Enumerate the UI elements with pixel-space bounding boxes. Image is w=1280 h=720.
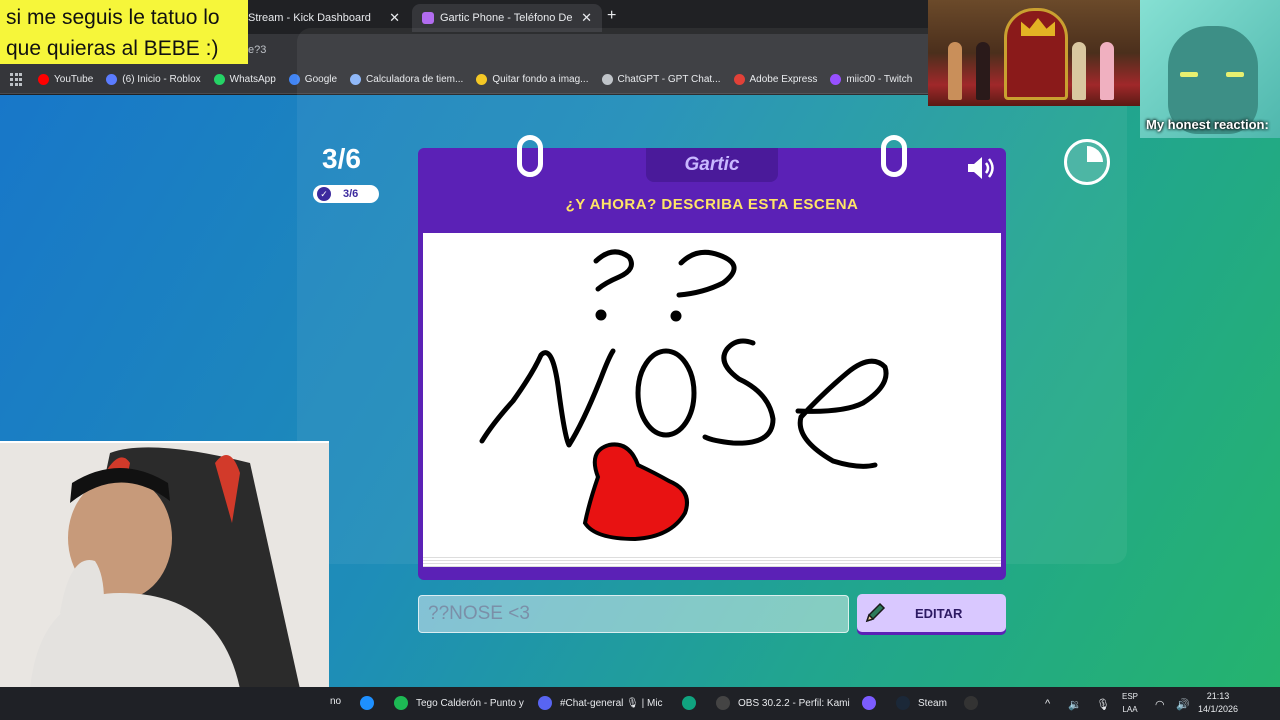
roblox-icon [106, 74, 118, 85]
discord-icon [538, 696, 552, 710]
new-tab-plus-icon[interactable]: + [607, 7, 616, 25]
bookmark-item[interactable]: (6) Inicio - Roblox [106, 74, 201, 85]
bookmark-item[interactable]: YouTube [38, 74, 93, 85]
taskbar-app[interactable]: no [330, 696, 341, 707]
youtube-icon [38, 74, 49, 85]
taskbar-app[interactable] [682, 696, 704, 710]
taskbar-app-label: #Chat-general 🎙 | Mic [560, 697, 663, 709]
close-tab-icon[interactable]: ✕ [389, 10, 400, 26]
apps-grid-icon[interactable] [10, 72, 24, 87]
gartic-logo: Gartic [646, 148, 778, 182]
bookmark-label: YouTube [54, 74, 94, 85]
keyboard-layout: LAA [1122, 705, 1138, 714]
speaker-tray-icon[interactable]: 🔊 [1176, 698, 1190, 711]
copilot-icon [862, 696, 876, 710]
taskbar-app-label: no [330, 696, 342, 707]
round-progress-badge: ✓ 3/6 [313, 185, 379, 203]
taskbar-app[interactable]: Steam [896, 696, 947, 710]
taskbar-app[interactable] [360, 696, 382, 710]
taskbar-app[interactable]: OBS 30.2.2 - Perfil: Kami [716, 696, 850, 710]
taskbar-app[interactable] [862, 696, 884, 710]
drawing-strokes [479, 249, 889, 542]
tab-title: Stream - Kick Dashboard [248, 12, 371, 24]
taskbar-app[interactable] [964, 696, 986, 710]
eye-shape [1226, 72, 1244, 77]
clock-time: 21:13 [1206, 691, 1230, 701]
edit-button[interactable]: EDITAR [857, 594, 1006, 632]
chevron-up-icon[interactable]: ^ [1045, 698, 1050, 710]
round-progress-label: 3/6 [343, 188, 359, 200]
check-icon: ✓ [317, 187, 331, 201]
bookmark-label: WhatsApp [229, 74, 276, 85]
webcam-feed [0, 441, 329, 687]
answer-input[interactable] [418, 595, 849, 633]
obs-icon [716, 696, 730, 710]
capcut-icon [964, 696, 978, 710]
round-counter: 3/6 [322, 143, 361, 174]
webcam-silhouette [0, 443, 329, 687]
reaction-caption: My honest reaction: [1146, 117, 1269, 132]
steam-icon [896, 696, 910, 710]
binder-ring-right-icon [881, 135, 907, 177]
stream-caption: si me seguis le tatuo lo que quieras al … [0, 0, 248, 64]
chatgpt-icon [682, 696, 696, 710]
drop-icon [360, 696, 374, 710]
wifi-icon[interactable]: ◠ [1155, 698, 1165, 711]
clock-date: 14/1/2026 [1198, 704, 1239, 714]
eye-shape [1180, 72, 1198, 77]
close-tab-icon[interactable]: ✕ [581, 10, 592, 26]
figure-shape [1100, 42, 1114, 100]
bookmark-label: (6) Inicio - Roblox [122, 74, 201, 85]
timer-icon [1064, 139, 1110, 185]
url-fragment: e?3 [248, 44, 267, 56]
tab-title: Gartic Phone - Teléfono Descon [440, 12, 573, 24]
taskbar-app-label: OBS 30.2.2 - Perfil: Kami [738, 697, 850, 709]
figure-shape [976, 42, 990, 100]
taskbar: no Tego Calderón - Punto y #Chat-general 🎙… [0, 687, 1280, 720]
gartic-favicon-icon [422, 12, 434, 24]
taskbar-app-label: Steam [918, 697, 947, 709]
spotify-icon [394, 696, 408, 710]
edit-button-label: EDITAR [915, 605, 963, 621]
language-indicator[interactable]: ESP LAA [1122, 690, 1138, 716]
volume-icon[interactable]: 🔉 [1068, 698, 1082, 711]
prompt-text: ¿Y AHORA? DESCRIBA ESTA ESCENA [565, 196, 859, 213]
taskbar-app-label: Tego Calderón - Punto y [416, 697, 524, 709]
microphone-icon[interactable]: 🎙 [1096, 698, 1110, 711]
bookmark-item[interactable]: WhatsApp [213, 74, 276, 85]
pencil-icon [865, 602, 886, 623]
language-code: ESP [1122, 692, 1139, 701]
speaker-icon[interactable] [965, 154, 997, 182]
figure-shape [1072, 42, 1086, 100]
taskbar-app[interactable]: #Chat-general 🎙 | Mic [538, 696, 663, 710]
figure-shape [948, 42, 962, 100]
taskbar-app[interactable]: Tego Calderón - Punto y [394, 696, 524, 710]
paper-edge [423, 555, 1001, 567]
clock[interactable]: 21:13 14/1/2026 [1198, 690, 1238, 716]
drawing-canvas [423, 233, 1001, 567]
binder-ring-left-icon [517, 135, 543, 177]
whatsapp-icon [213, 74, 225, 85]
